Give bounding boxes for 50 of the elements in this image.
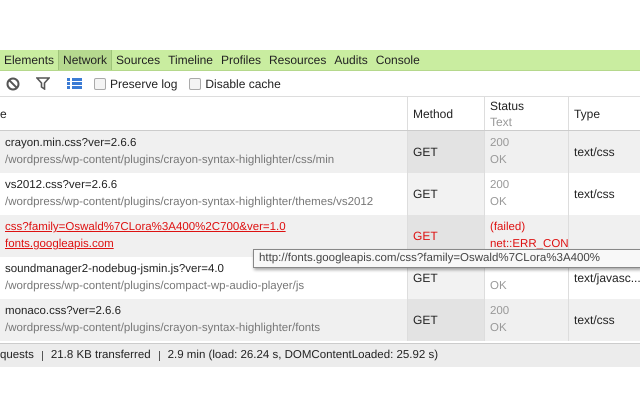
status-code: 200 <box>490 136 510 151</box>
status-text: OK <box>490 195 508 210</box>
request-name[interactable]: css?family=Oswald%7CLora%3A400%2C700&ver=1.0 <box>5 219 407 236</box>
status-bar-text: quests <box>0 348 34 363</box>
method-text: GET <box>413 312 438 329</box>
status-bar-text: 2.9 min (load: 26.24 s, DOMContentLoaded: 25.92 s) <box>168 348 438 363</box>
tooltip: http://fonts.googleapis.com/css?family=Oswald%7CLora%3A400% <box>253 249 640 268</box>
method-text: GET <box>413 144 438 161</box>
column-header[interactable]: Status Text <box>484 97 568 130</box>
status-code: (failed) <box>490 220 526 235</box>
panel-tab[interactable]: Profiles <box>216 50 265 70</box>
filter-icon[interactable] <box>36 77 50 90</box>
panel-tab[interactable]: Network <box>58 50 112 70</box>
status-text: OK <box>490 321 508 336</box>
type-text: text/css <box>574 186 615 203</box>
request-path: /wordpress/wp-content/plugins/crayon-syntax-highlighter/css/min <box>5 153 336 168</box>
panel-tab[interactable]: Audits <box>330 50 372 70</box>
status-bar-text: 21.8 KB transferred <box>50 348 151 363</box>
status-text: OK <box>490 279 508 294</box>
method-text: GET <box>413 228 438 245</box>
checkbox[interactable] <box>189 78 202 90</box>
clear-icon[interactable] <box>6 76 20 90</box>
panel-tab[interactable]: Resources <box>265 50 330 70</box>
type-text: text/css <box>574 312 615 329</box>
column-header[interactable]: Method <box>407 97 484 130</box>
status-code: 200 <box>490 178 510 193</box>
list-view-icon[interactable] <box>67 78 82 89</box>
method-text: GET <box>413 186 438 203</box>
column-header[interactable]: Type <box>568 97 640 130</box>
panel-tab[interactable]: Console <box>372 50 424 70</box>
status-text: OK <box>490 153 508 168</box>
checkbox-label: Preserve log <box>110 76 178 92</box>
checkbox[interactable] <box>94 78 106 90</box>
type-text: text/javasc... <box>574 270 640 287</box>
status-code: 200 <box>490 304 510 319</box>
request-name[interactable]: vs2012.css?ver=2.6.6 <box>5 177 407 194</box>
panel-tab[interactable]: Sources <box>112 50 164 70</box>
method-text: GET <box>413 270 438 287</box>
request-path: /wordpress/wp-content/plugins/compact-wp-audio-player/js <box>5 279 306 294</box>
panel-tab[interactable]: Timeline <box>164 50 217 70</box>
status-text: net::ERR_CON <box>490 237 568 252</box>
request-name[interactable]: crayon.min.css?ver=2.6.6 <box>5 135 407 152</box>
request-name[interactable]: monaco.css?ver=2.6.6 <box>5 303 407 320</box>
request-path: /wordpress/wp-content/plugins/crayon-syntax-highlighter/fonts <box>5 321 322 336</box>
checkbox-label: Disable cache <box>205 76 281 92</box>
panel-tab[interactable]: Elements <box>0 50 58 70</box>
type-text: text/css <box>574 144 615 161</box>
request-path: fonts.googleapis.com <box>5 237 115 252</box>
request-path: /wordpress/wp-content/plugins/crayon-syntax-highlighter/themes/vs2012 <box>5 195 374 210</box>
column-header[interactable]: e <box>0 97 407 130</box>
